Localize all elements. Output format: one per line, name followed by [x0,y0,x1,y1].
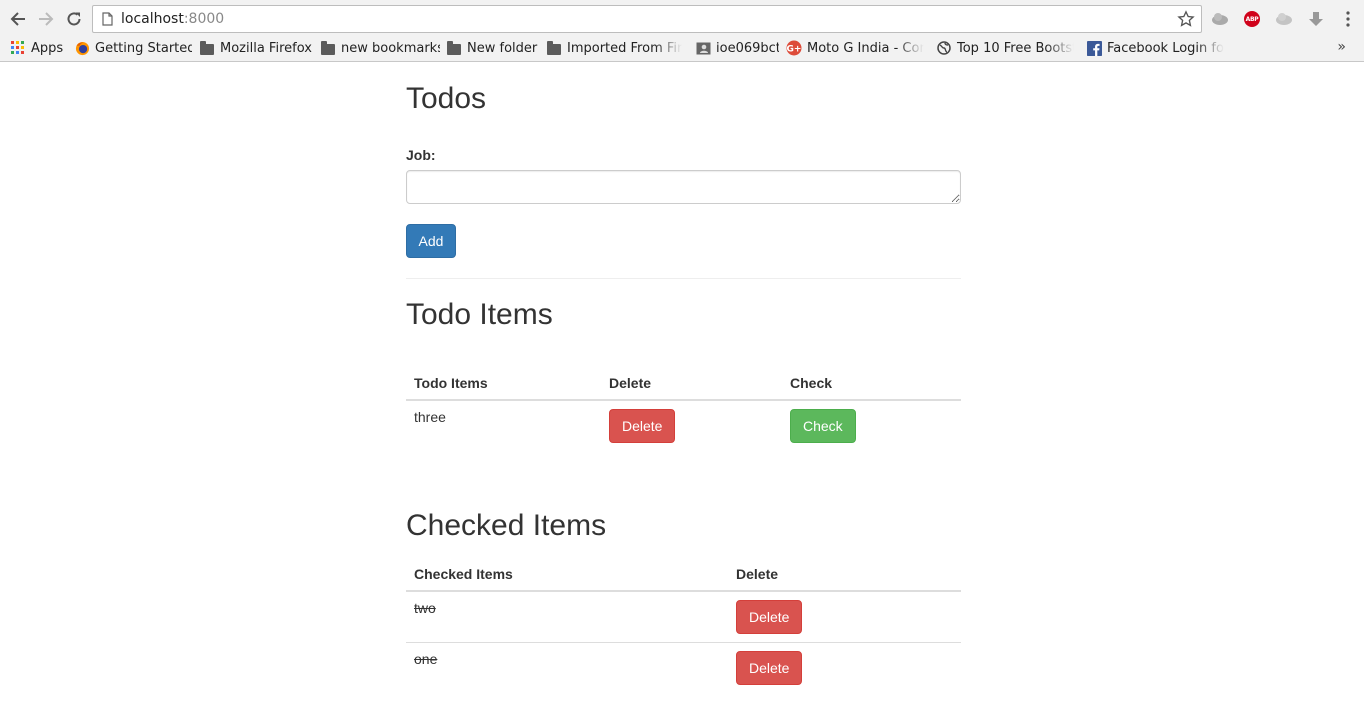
forward-button[interactable] [35,8,57,30]
bookmark-new-folder[interactable]: New folder [446,38,540,58]
bookmark-mozilla-firefox[interactable]: Mozilla Firefox [199,38,313,58]
bookmark-imported-from-firefox[interactable]: Imported From Fire [546,38,682,58]
bookmarks-bar: Apps Getting Started Mozilla Firefox new… [0,37,1364,59]
bookmark-label: Mozilla Firefox [220,40,312,56]
delete-cell: Delete [728,642,961,693]
delete-button[interactable]: Delete [609,409,676,443]
download-arrow-icon[interactable] [1306,9,1326,29]
menu-kebab-icon[interactable] [1338,9,1358,29]
delete-cell: Delete [728,591,961,643]
column-header: Checked Items [406,554,728,592]
bookmark-getting-started[interactable]: Getting Started [74,38,192,58]
checked-item-text: two [414,600,436,616]
checked-items-heading: Checked Items [406,509,607,542]
todo-items-heading: Todo Items [406,298,553,331]
bookmark-label: ioe069bct [716,40,779,56]
bookmark-label: Facebook Login for [1107,40,1224,56]
delete-button[interactable]: Delete [736,600,803,634]
add-button[interactable]: Add [406,224,456,258]
bookmark-top-10-bootstrap[interactable]: Top 10 Free Bootstr [936,38,1074,58]
arrow-left-icon [10,12,25,26]
checked-item-text: one [406,642,728,693]
page-title: Todos [406,82,487,115]
bookmarks-overflow-button[interactable]: » [1337,39,1346,55]
url-port: :8000 [183,11,225,27]
firefox-icon [74,40,90,56]
svg-text:G+: G+ [787,45,802,55]
bookmark-label: Top 10 Free Bootstr [957,40,1074,56]
folder-icon [546,40,562,56]
url-host: localhost [121,11,184,27]
abp-badge: ABP [1244,11,1260,27]
bookmark-moto-g-india[interactable]: G+ Moto G India - Com [786,38,924,58]
cloud-extension-icon[interactable] [1210,9,1230,29]
facebook-icon [1086,40,1102,56]
todo-items-table: Todo Items Delete Check three Delete Che… [406,363,961,451]
adblock-plus-icon[interactable]: ABP [1242,9,1262,29]
contact-icon [695,40,711,56]
job-label: Job: [406,147,436,163]
delete-button[interactable]: Delete [736,651,803,685]
globe-icon [936,40,952,56]
browser-chrome: localhost:8000 ABP Apps Getting Started … [0,0,1364,62]
reload-icon [67,12,81,26]
folder-icon [320,40,336,56]
checked-items-table: Checked Items Delete two Delete one Dele… [406,554,961,693]
column-header: Check [782,363,961,401]
table-row: one Delete [406,642,961,693]
google-plus-icon: G+ [786,40,802,56]
delete-cell: Delete [601,400,782,451]
reload-button[interactable] [63,8,85,30]
job-input[interactable] [406,170,961,204]
bookmark-label: new bookmarks [341,40,440,56]
bookmark-label: Moto G India - Com [807,40,924,56]
check-button[interactable]: Check [790,409,856,443]
bookmark-new-bookmarks[interactable]: new bookmarks [320,38,440,58]
check-cell: Check [782,400,961,451]
table-header-row: Checked Items Delete [406,554,961,592]
arrow-right-icon [39,12,54,26]
bookmark-label: Apps [31,40,64,56]
table-row: three Delete Check [406,400,961,451]
table-row: two Delete [406,591,961,643]
column-header: Todo Items [406,363,601,401]
bookmark-apps[interactable]: Apps [10,38,70,58]
bookmark-facebook-login[interactable]: Facebook Login for [1086,38,1224,58]
bookmark-label: Imported From Fire [567,40,682,56]
folder-icon [199,40,215,56]
folder-icon [446,40,462,56]
column-header: Delete [728,554,961,592]
page-icon [102,12,113,26]
back-button[interactable] [7,8,29,30]
bookmark-label: New folder [467,40,538,56]
column-header: Delete [601,363,782,401]
table-header-row: Todo Items Delete Check [406,363,961,401]
address-bar[interactable]: localhost:8000 [92,5,1202,33]
divider [406,278,961,279]
todo-item-text: three [414,409,446,425]
cloud-extension-icon[interactable] [1274,9,1294,29]
bookmark-star-icon[interactable] [1177,10,1195,28]
url-text: localhost:8000 [121,11,224,27]
bookmark-label: Getting Started [95,40,192,56]
bookmark-ioe069bct[interactable]: ioe069bct [695,38,779,58]
apps-grid-icon [10,40,26,56]
